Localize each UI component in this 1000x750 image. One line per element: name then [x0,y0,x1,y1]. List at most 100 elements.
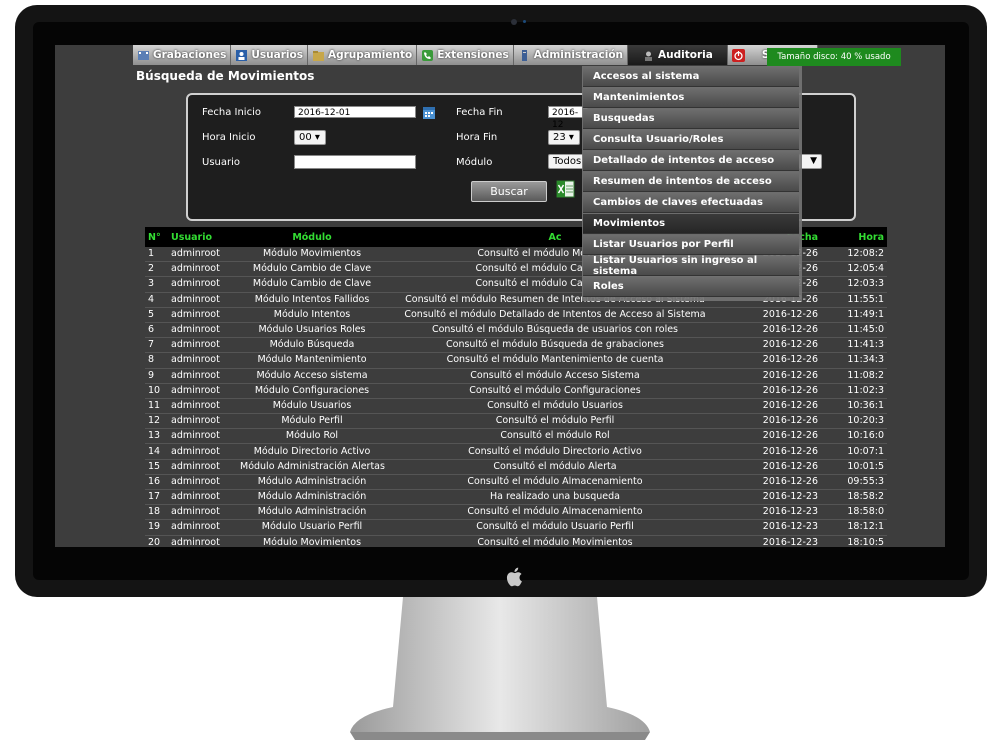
cell-fecha: 2016-12-23 [762,506,818,518]
cell-numero: 7 [148,339,155,351]
cell-modulo: Módulo Movimientos [262,248,362,260]
usuario-label: Usuario [202,157,241,168]
table-row[interactable]: 14 adminroot Módulo Directorio Activo Consu… [145,444,887,460]
cell-fecha: 2016-12-23 [762,491,818,503]
cell-hora: 12:03:3 [847,278,884,290]
auditoria-menu-item[interactable]: Listar Usuarios por Perfil [583,235,799,255]
auditoria-menu-item[interactable]: Consulta Usuario/Roles [583,130,799,150]
table-row[interactable]: 10 adminroot Módulo Configuraciones Consult… [145,383,887,399]
fecha-inicio-input[interactable]: 2016-12-01 [294,106,416,118]
cell-modulo: Módulo Usuarios Roles [258,324,366,336]
table-row[interactable]: 20 adminroot Módulo Movimientos Consultó el… [145,535,887,547]
cell-hora: 10:07:1 [847,445,884,457]
cell-modulo: Módulo Mantenimiento [257,354,367,366]
hora-inicio-select[interactable]: 00 ▾ [294,130,326,145]
cell-modulo: Módulo Configuraciones [254,384,370,396]
auditoria-menu-item[interactable]: Cambios de claves efectuadas [583,193,799,213]
hora-fin-select[interactable]: 23 ▾ [548,130,580,145]
table-row[interactable]: 12 adminroot Módulo Perfil Consultó el módu… [145,414,887,429]
table-row[interactable]: 5 adminroot Módulo Intentos Consultó el mód… [145,307,887,323]
cell-fecha: 2016-12-26 [762,339,818,351]
table-row[interactable]: 7 adminroot Módulo Búsqueda Consultó el mód… [145,338,887,353]
cell-usuario: adminroot [171,475,220,487]
cell-accion: Consultó el módulo Usuario Perfil [476,521,634,533]
auditoria-menu-item[interactable]: Listar Usuarios sin ingreso al sistema [583,255,799,277]
cell-modulo: Módulo Rol [285,430,339,442]
cell-fecha: 2016-12-26 [762,415,818,427]
cell-accion: Consultó el módulo Configuraciones [469,384,641,396]
admin-icon [521,49,527,61]
cell-usuario: adminroot [171,248,220,260]
menu-agrupamiento[interactable]: Agrupamiento [307,45,418,65]
page-title: Búsqueda de Movimientos [136,69,315,83]
cell-modulo: Módulo Intentos Fallidos [254,293,370,305]
cell-modulo: Módulo Administración Alertas [240,460,385,472]
hora-fin-label: Hora Fin [456,132,498,143]
auditoria-menu-item[interactable]: Movimientos [583,214,799,234]
cell-modulo: Módulo Cambio de Clave [252,278,372,290]
cell-usuario: adminroot [171,384,220,396]
cell-numero: 15 [148,460,161,472]
table-row[interactable]: 13 adminroot Módulo Rol Consultó el módulo … [145,429,887,444]
menu-administracion-label: Administración [533,49,624,61]
cell-numero: 10 [148,384,161,396]
cell-fecha: 2016-12-26 [762,324,818,336]
cell-usuario: adminroot [171,521,220,533]
cell-numero: 20 [148,536,161,547]
cell-usuario: adminroot [171,324,220,336]
auditoria-menu-item[interactable]: Mantenimientos [583,88,799,108]
cell-accion: Consultó el módulo Detallado de Intentos… [404,308,706,320]
cell-fecha: 2016-12-26 [762,369,818,381]
menu-grabaciones[interactable]: Grabaciones [133,45,232,65]
cell-usuario: adminroot [171,293,220,305]
menu-usuarios[interactable]: Usuarios [231,45,308,65]
disk-usage-badge: Tamaño disco: 40 % usado [767,48,901,66]
menu-extensiones[interactable]: Extensiones [417,45,514,65]
cell-usuario: adminroot [171,536,220,547]
phone-icon [422,49,434,61]
menu-grabaciones-label: Grabaciones [153,49,227,61]
cell-hora: 12:05:4 [847,263,884,275]
table-row[interactable]: 16 adminroot Módulo Administración Consultó… [145,474,887,490]
cell-hora: 11:49:1 [847,308,884,320]
audit-icon [645,51,653,61]
col-header-hora: Hora [858,231,884,243]
cell-usuario: adminroot [171,308,220,320]
auditoria-menu-item[interactable]: Detallado de intentos de acceso [583,151,799,171]
cell-numero: 5 [148,308,155,320]
table-row[interactable]: 9 adminroot Módulo Acceso sistema Consultó … [145,368,887,384]
cell-fecha: 2016-12-26 [762,475,818,487]
table-row[interactable]: 18 adminroot Módulo Administración Consultó… [145,505,887,520]
auditoria-menu-item[interactable]: Roles [583,277,799,297]
menu-administracion[interactable]: Administración [513,45,629,65]
auditoria-menu-item[interactable]: Accesos al sistema [583,67,799,87]
buscar-button[interactable]: Buscar [471,181,547,202]
cell-accion: Consultó el módulo Mantenimiento de cuen… [446,354,664,366]
menu-auditoria[interactable]: Auditoria [628,45,728,65]
apple-logo-icon [506,567,522,587]
cell-hora: 18:12:1 [847,521,884,533]
col-header-modulo: Módulo [292,231,332,243]
cell-hora: 11:08:2 [847,369,884,381]
chevron-down-icon: ▼ [810,156,817,166]
film-icon [138,50,149,60]
table-row[interactable]: 19 adminroot Módulo Usuario Perfil Consultó… [145,520,887,536]
table-row[interactable]: 11 adminroot Módulo Usuarios Consultó el mó… [145,398,887,414]
table-row[interactable]: 17 adminroot Módulo Administración Ha reali… [145,490,887,505]
cell-usuario: adminroot [171,445,220,457]
menu-agrupamiento-label: Agrupamiento [327,49,413,61]
cell-accion: Consultó el módulo Acceso Sistema [470,369,640,381]
excel-export-icon[interactable] [555,179,577,199]
cell-numero: 9 [148,369,155,381]
table-row[interactable]: 15 adminroot Módulo Administración Alertas… [145,459,887,475]
cell-modulo: Módulo Movimientos [262,536,362,547]
auditoria-menu-item[interactable]: Busquedas [583,109,799,129]
usuario-input[interactable] [294,155,416,169]
table-row[interactable]: 6 adminroot Módulo Usuarios Roles Consultó … [145,322,887,338]
table-row[interactable]: 8 adminroot Módulo Mantenimiento Consultó e… [145,353,887,368]
calendar-icon[interactable] [422,106,436,120]
cell-usuario: adminroot [171,430,220,442]
camera-led [523,20,526,23]
auditoria-menu-item[interactable]: Resumen de intentos de acceso [583,172,799,192]
modulo-label: Módulo [456,157,493,168]
